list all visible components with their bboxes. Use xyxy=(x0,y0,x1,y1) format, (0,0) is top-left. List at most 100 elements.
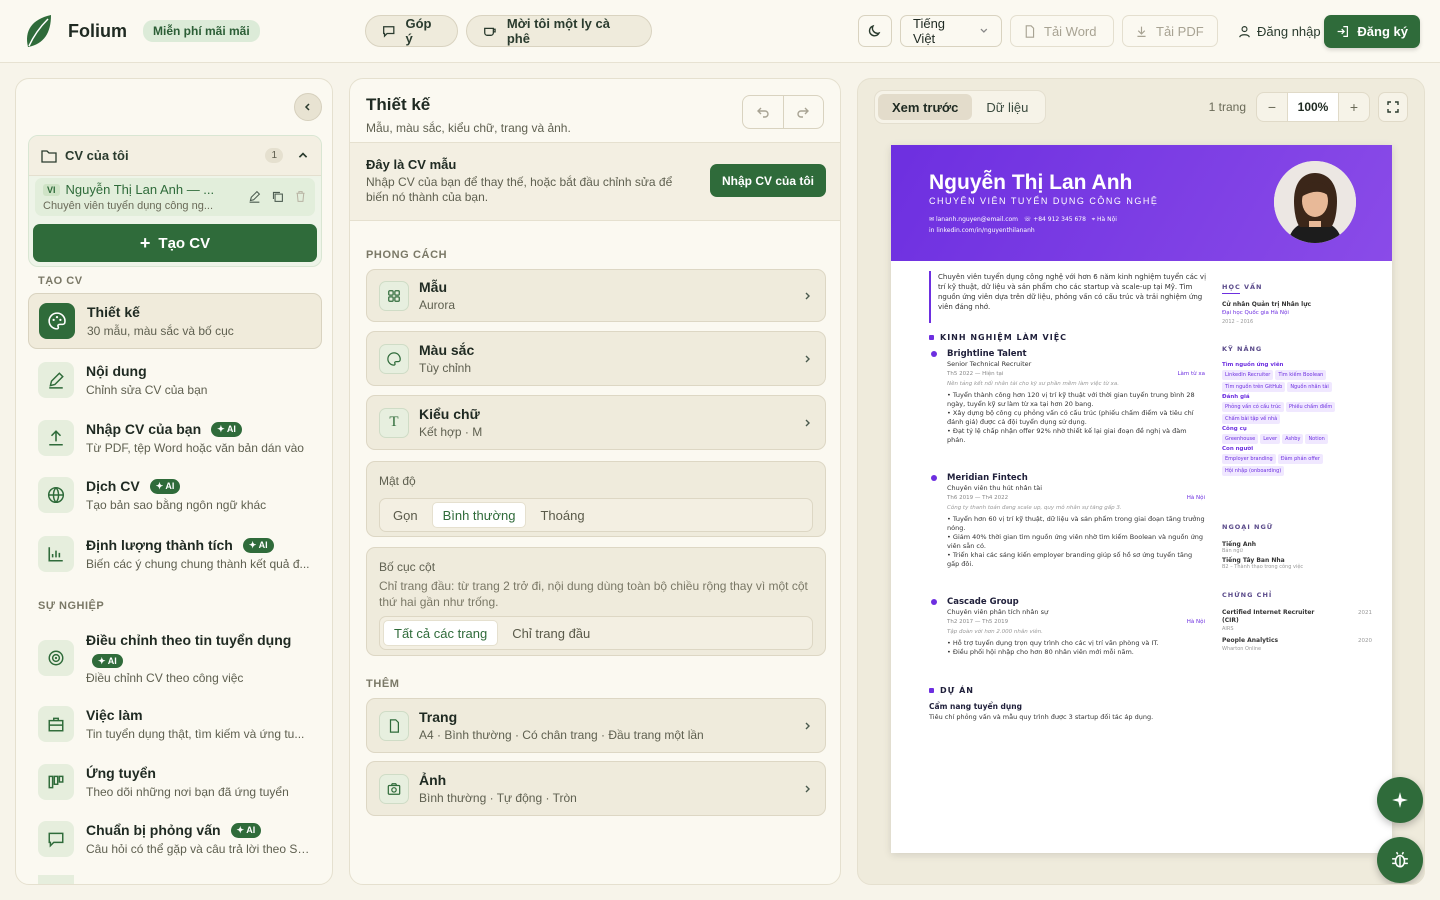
preview-panel: Xem trước Dữ liệu 1 trang − 100% + Nguyễ… xyxy=(857,78,1425,885)
undo-icon xyxy=(756,107,769,118)
chevron-right-icon xyxy=(805,355,810,362)
row-value: Kết hợp · M xyxy=(419,425,483,439)
download-word-label: Tải Word xyxy=(1044,23,1097,39)
sidebar-item-import[interactable]: Nhập CV của bạn ✦ AI Từ PDF, tệp Word hoặc… xyxy=(28,417,322,459)
signup-button[interactable]: Đăng ký xyxy=(1324,15,1420,48)
palette-icon xyxy=(39,303,75,339)
template-row[interactable]: Mẫu Aurora xyxy=(366,269,826,322)
sidebar-item-content[interactable]: Nội dung Chỉnh sửa CV của bạn xyxy=(28,359,322,401)
density-label: Mật độ xyxy=(379,474,416,488)
sidebar-item-interview[interactable]: Chuẩn bị phỏng vấn ✦ AI Câu hỏi có thể gặp… xyxy=(28,818,322,860)
tab-preview[interactable]: Xem trước xyxy=(878,94,973,120)
style-section-title: PHONG CÁCH xyxy=(366,249,448,261)
page-icon xyxy=(379,710,409,741)
photo-row[interactable]: Ảnh Bình thường · Tự động · Tròn xyxy=(366,761,826,816)
sidebar-item-applications[interactable]: Ứng tuyển Theo dõi những nơi bạn đã ứng t… xyxy=(28,761,322,803)
cv-experience-title: KINH NGHIỆM LÀM VIỆC xyxy=(929,333,1067,342)
sidebar-item-design[interactable]: Thiết kế 30 mẫu, màu sắc và bố cục xyxy=(28,293,322,349)
more-section-title: THÊM xyxy=(366,678,400,690)
cv-skills: Tìm nguồn ứng viên LinkedIn Recruiter Tìm… xyxy=(1222,361,1372,477)
chevron-up-icon[interactable] xyxy=(297,150,309,162)
zoom-in-button[interactable]: + xyxy=(1339,99,1369,115)
undo-button[interactable] xyxy=(743,96,784,128)
color-row[interactable]: Màu sắc Tùy chỉnh xyxy=(366,331,826,386)
skill-tag: Phỏng vấn có cấu trúc xyxy=(1222,402,1284,412)
redo-button[interactable] xyxy=(784,96,824,128)
sidebar-item-jobs[interactable]: Việc làm Tin tuyển dụng thật, tìm kiếm và… xyxy=(28,703,322,745)
collapse-sidebar-button[interactable] xyxy=(294,93,322,121)
edu-years: 2012 – 2016 xyxy=(1222,319,1254,325)
sidebar-item-translate[interactable]: Dịch CV ✦ AI Tạo bản sao bằng ngôn ngữ khá… xyxy=(28,474,322,516)
dark-mode-toggle[interactable] xyxy=(858,15,892,47)
camera-icon xyxy=(379,773,409,804)
page-row[interactable]: Trang A4 · Bình thường · Có chân trang · … xyxy=(366,698,826,753)
coffee-button[interactable]: Mời tôi một ly cà phê xyxy=(466,15,652,47)
briefcase-icon xyxy=(38,706,74,742)
feedback-button[interactable]: Góp ý xyxy=(365,15,458,47)
zoom-level: 100% xyxy=(1287,93,1339,121)
download-pdf-button[interactable]: Tải PDF xyxy=(1122,15,1218,47)
ai-badge: ✦ AI xyxy=(242,537,274,553)
sample-cv-notice: Đây là CV mẫu Nhập CV của bạn để thay th… xyxy=(350,143,840,221)
nav-title: Việc làm xyxy=(86,707,143,723)
cert-year: 2020 xyxy=(1358,638,1372,644)
row-title: Mẫu xyxy=(419,279,447,295)
cv-education-title: HỌC VẤN xyxy=(1222,283,1263,291)
density-option[interactable]: Gọn xyxy=(383,502,428,528)
cv-education: Cử nhân Quản trị Nhân lực Đại học Quốc g… xyxy=(1222,300,1362,327)
location-icon: ⌖ xyxy=(1091,216,1096,223)
summary-accent-bar xyxy=(929,271,931,323)
fullscreen-button[interactable] xyxy=(1378,92,1408,122)
phone-icon: ☏ xyxy=(1023,216,1032,223)
language-level: B2 – Thành thạo trong công việc xyxy=(1222,564,1304,570)
trash-icon[interactable] xyxy=(294,190,307,203)
cv-location: Hà Nội xyxy=(1097,216,1117,223)
zoom-out-button[interactable]: − xyxy=(1257,99,1287,115)
columns-option-selected[interactable]: Tất cả các trang xyxy=(383,620,499,646)
ai-badge-label: AI xyxy=(107,655,117,666)
cv-page[interactable]: Nguyễn Thị Lan Anh CHUYÊN VIÊN TUYỂN DỤN… xyxy=(891,145,1392,853)
create-cv-button[interactable]: + Tạo CV xyxy=(33,224,317,262)
leaf-logo-icon[interactable] xyxy=(24,13,52,49)
sidebar-item-tailor[interactable]: Điều chỉnh theo tin tuyển dụng ✦ AI Điều c… xyxy=(28,630,322,686)
edit-icon[interactable] xyxy=(248,190,261,203)
job-bullet: Tuyển thành công hơn 120 vị trí kỹ thuật… xyxy=(947,391,1195,408)
job-location: Hà Nội xyxy=(1186,619,1205,625)
magic-fab-button[interactable] xyxy=(1377,777,1423,823)
sidebar-item-partial[interactable] xyxy=(28,875,322,884)
tab-data[interactable]: Dữ liệu xyxy=(972,94,1042,120)
density-option[interactable]: Thoáng xyxy=(530,502,594,528)
job-company: Brightline Talent xyxy=(947,349,1027,359)
job-bullet: Giảm 40% thời gian tìm nguồn ứng viên nh… xyxy=(947,533,1203,550)
my-cvs-header[interactable]: CV của tôi 1 xyxy=(29,136,321,176)
job-bullet: Đạt tỷ lệ chấp nhận offer 92% nhờ thiết … xyxy=(947,427,1187,444)
skill-tag: Ashby xyxy=(1282,434,1304,444)
cv-list-item[interactable]: VI Nguyễn Thị Lan Anh — ... Chuyên viên t… xyxy=(35,178,315,216)
import-cv-button[interactable]: Nhập CV của tôi xyxy=(709,164,826,197)
sample-desc: Nhập CV của bạn để thay thế, hoặc bắt đầ… xyxy=(366,175,673,204)
login-button[interactable]: Đăng nhập xyxy=(1238,15,1321,47)
language-select[interactable]: Tiếng Việt xyxy=(900,15,1002,47)
nav-title: Dịch CV xyxy=(86,478,140,494)
skill-tag: Tìm nguồn trên GitHub xyxy=(1222,382,1286,392)
font-row[interactable]: T Kiểu chữ Kết hợp · M xyxy=(366,395,826,450)
bug-report-button[interactable] xyxy=(1377,837,1423,883)
chevron-right-icon xyxy=(805,292,810,299)
skill-tag: LinkedIn Recruiter xyxy=(1222,370,1274,380)
download-icon xyxy=(1137,26,1146,37)
cv-project: Cẩm nang tuyển dụng Tiêu chí phỏng vấn v… xyxy=(929,702,1219,722)
cv-languages-title: NGOẠI NGỮ xyxy=(1222,523,1274,531)
job-date: Th2 2017 — Th5 2019 xyxy=(947,619,1009,625)
job-date: Th5 2022 — Hiện tại xyxy=(947,371,1004,377)
skill-tag: Phiếu chấm điểm xyxy=(1285,402,1336,412)
cv-job-2: Meridian Fintech Chuyên viên thu hút nhâ… xyxy=(947,473,1205,568)
row-value: Aurora xyxy=(419,298,456,312)
brand-name[interactable]: Folium xyxy=(68,21,127,42)
download-word-button[interactable]: Tải Word xyxy=(1010,15,1114,47)
copy-icon[interactable] xyxy=(271,190,284,203)
density-option-selected[interactable]: Bình thường xyxy=(431,502,527,528)
columns-option[interactable]: Chỉ trang đầu xyxy=(502,620,600,646)
language-name: Tiếng Tây Ban Nha xyxy=(1222,557,1285,564)
density-box: Mật độ Gọn Bình thường Thoáng xyxy=(366,461,826,537)
sidebar-item-quantify[interactable]: Định lượng thành tích ✦ AI Biến các ý chun… xyxy=(28,533,322,575)
